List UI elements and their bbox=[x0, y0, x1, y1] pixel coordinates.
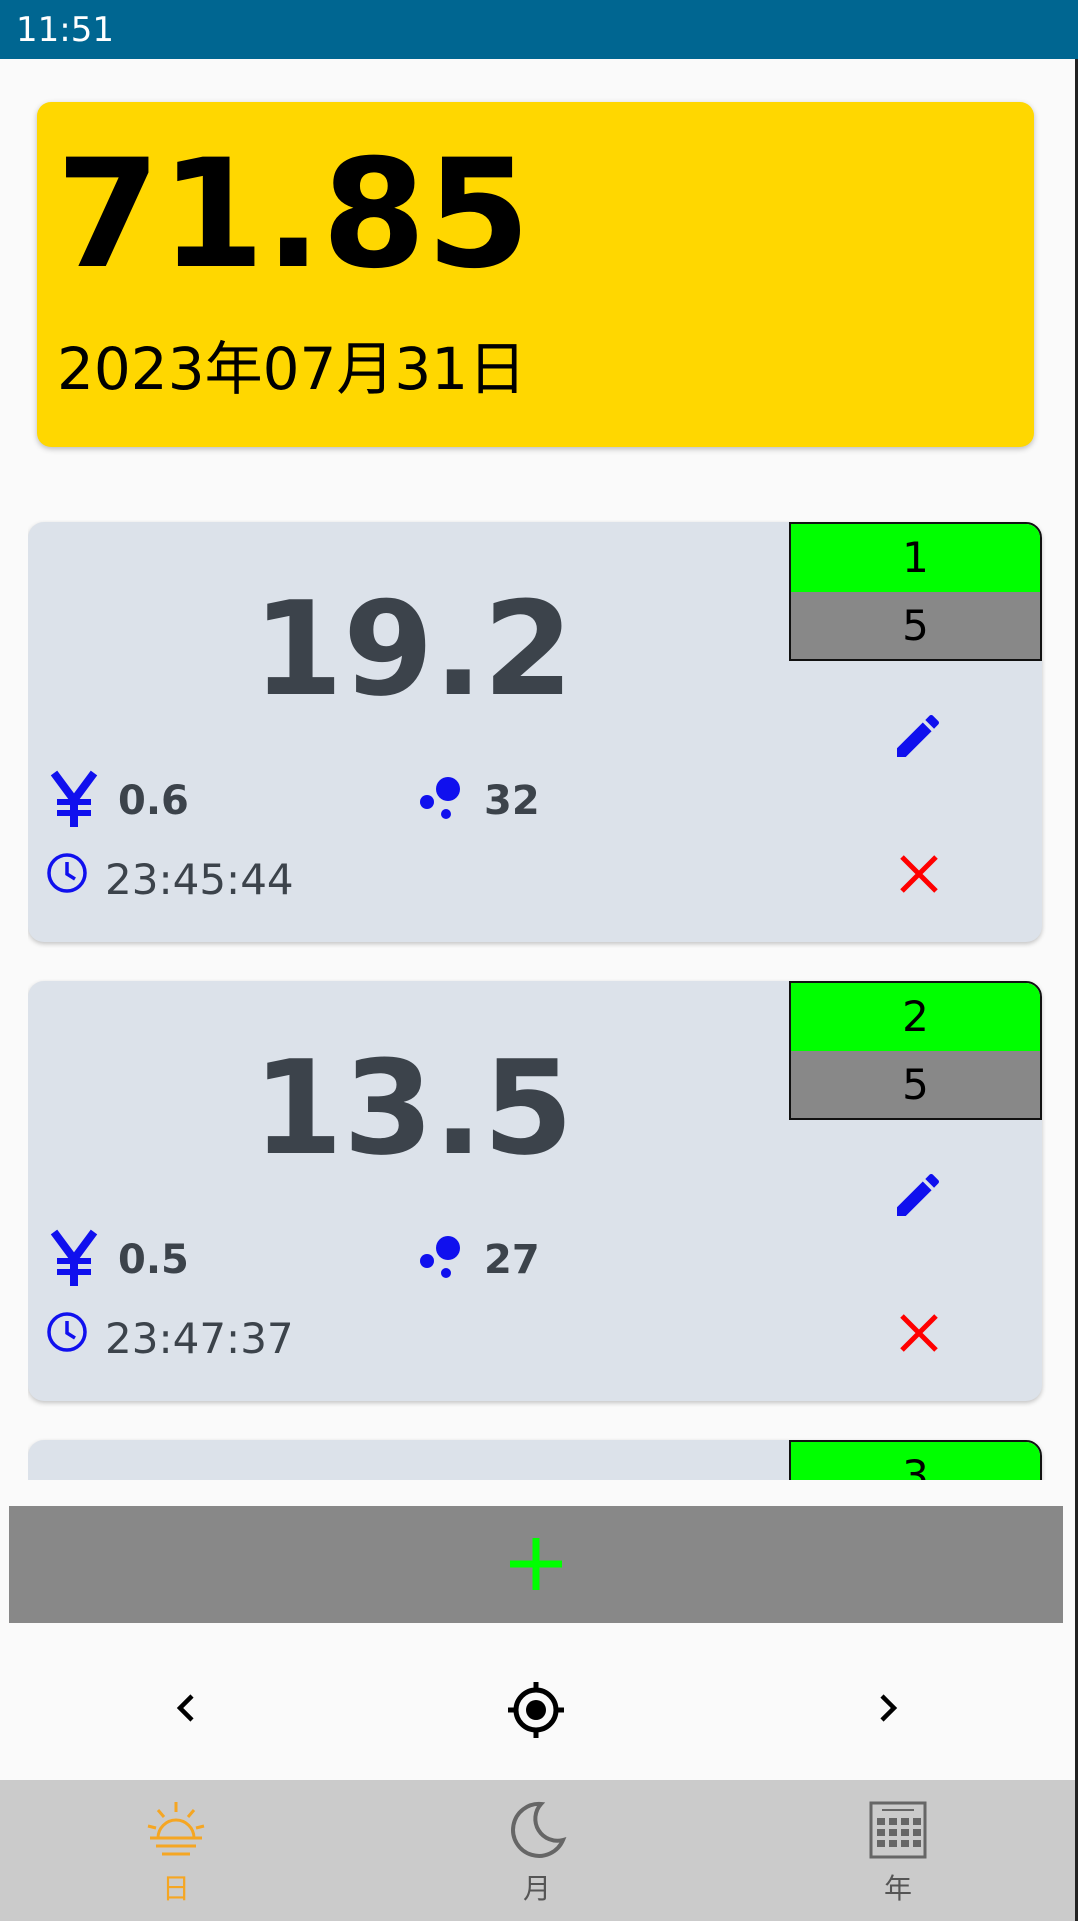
edit-icon[interactable] bbox=[890, 1167, 946, 1223]
status-time: 11:51 bbox=[16, 10, 114, 50]
record-time: 23:47:37 bbox=[105, 1314, 294, 1363]
delete-icon[interactable] bbox=[897, 852, 941, 896]
add-record-button[interactable] bbox=[9, 1506, 1063, 1623]
rank-number: 2 bbox=[791, 983, 1040, 1051]
rank-badge: 3 bbox=[789, 1440, 1042, 1480]
tab-year-label: 年 bbox=[883, 1872, 912, 1905]
record-time: 23:45:44 bbox=[105, 855, 294, 904]
clock-icon bbox=[47, 1312, 87, 1352]
rank-total: 5 bbox=[791, 592, 1040, 659]
moon-icon bbox=[511, 1801, 567, 1858]
calendar-icon bbox=[869, 1801, 927, 1859]
sunrise-icon bbox=[147, 1802, 205, 1856]
count-value: 32 bbox=[484, 778, 540, 824]
rank-badge: 2 5 bbox=[789, 981, 1042, 1120]
rank-number: 1 bbox=[791, 524, 1040, 592]
rank-badge: 1 5 bbox=[789, 522, 1042, 661]
record-card[interactable]: 13.5 2 5 0.5 27 23:47:37 bbox=[28, 981, 1042, 1401]
summary-card: 71.85 2023年07月31日 bbox=[37, 102, 1034, 447]
yen-icon bbox=[50, 1229, 98, 1286]
tab-month[interactable]: 月 bbox=[437, 1780, 637, 1921]
delete-icon[interactable] bbox=[897, 1311, 941, 1355]
previous-day-button[interactable] bbox=[168, 1688, 204, 1728]
bottom-nav: 日 月 年 bbox=[0, 1780, 1075, 1921]
clock-icon bbox=[47, 853, 87, 893]
edit-icon[interactable] bbox=[890, 708, 946, 764]
rank-total: 5 bbox=[791, 1051, 1040, 1118]
bubbles-icon bbox=[420, 1236, 460, 1278]
yen-icon bbox=[50, 770, 98, 827]
record-list[interactable]: 19.2 1 5 0.6 32 23:45:44 13.5 2 5 0.5 27… bbox=[28, 520, 1046, 1480]
price-value: 0.6 bbox=[118, 778, 189, 824]
record-amount: 13.5 bbox=[252, 1032, 574, 1184]
count-value: 27 bbox=[484, 1237, 540, 1283]
tab-month-label: 月 bbox=[522, 1872, 551, 1905]
bubbles-icon bbox=[420, 777, 460, 819]
plus-icon bbox=[510, 1538, 562, 1590]
tab-day-label: 日 bbox=[161, 1872, 190, 1905]
tab-year[interactable]: 年 bbox=[798, 1780, 998, 1921]
price-value: 0.5 bbox=[118, 1237, 189, 1283]
record-card[interactable]: 19.2 1 5 0.6 32 23:45:44 bbox=[28, 522, 1042, 942]
daily-total: 71.85 bbox=[56, 128, 531, 302]
status-bar: 11:51 bbox=[0, 0, 1078, 59]
summary-date: 2023年07月31日 bbox=[57, 335, 527, 403]
tab-day[interactable]: 日 bbox=[76, 1780, 276, 1921]
record-card[interactable]: 3 bbox=[28, 1440, 1042, 1480]
rank-number: 3 bbox=[791, 1442, 1040, 1480]
record-amount: 19.2 bbox=[252, 573, 574, 725]
locate-today-button[interactable] bbox=[506, 1680, 566, 1740]
next-day-button[interactable] bbox=[870, 1688, 906, 1728]
